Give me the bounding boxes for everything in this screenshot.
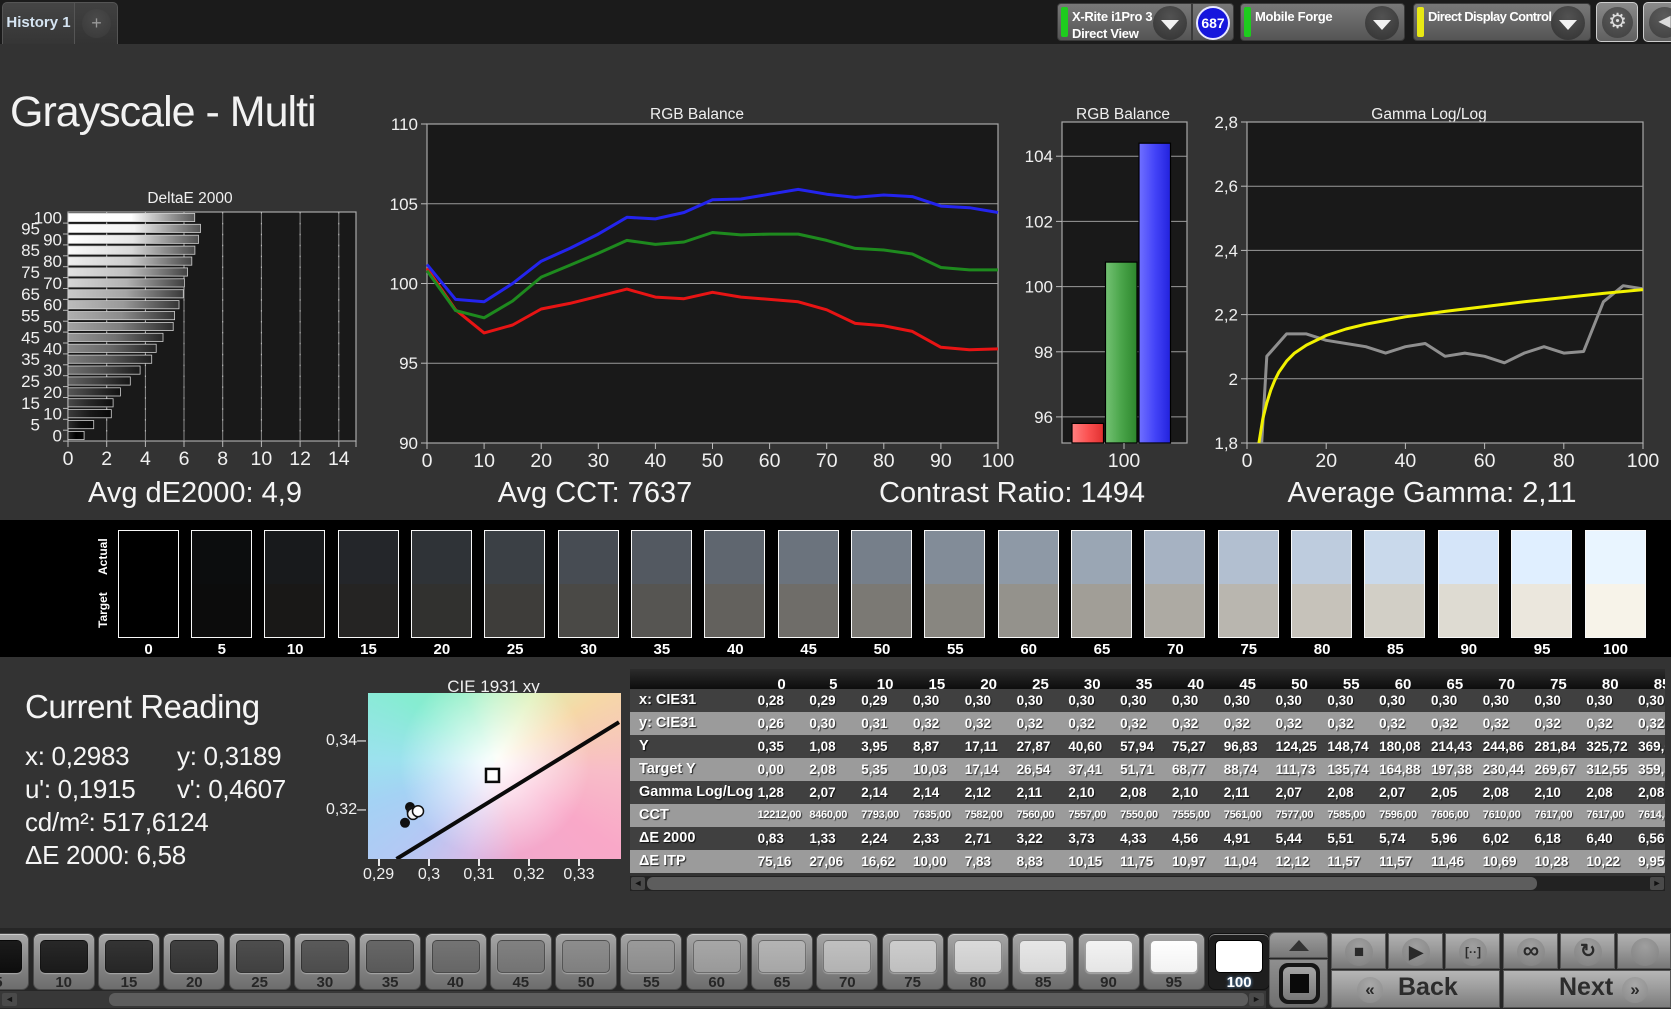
svg-text:96: 96 — [1034, 408, 1053, 427]
svg-text:30: 30 — [43, 361, 62, 380]
svg-text:60: 60 — [759, 450, 781, 472]
svg-text:0: 0 — [422, 450, 433, 472]
svg-text:90: 90 — [43, 230, 62, 249]
svg-text:DeltaE 2000: DeltaE 2000 — [147, 190, 233, 207]
svg-text:40: 40 — [645, 450, 667, 472]
svg-text:5: 5 — [31, 416, 40, 435]
svg-text:2: 2 — [101, 448, 112, 470]
svg-text:20: 20 — [530, 450, 552, 472]
svg-text:100: 100 — [1025, 278, 1053, 297]
svg-text:102: 102 — [1025, 212, 1053, 231]
svg-text:35: 35 — [21, 350, 40, 369]
svg-text:95: 95 — [399, 354, 418, 373]
svg-text:0: 0 — [53, 427, 62, 446]
svg-text:2,2: 2,2 — [1214, 306, 1238, 325]
svg-text:0: 0 — [63, 448, 74, 470]
svg-text:100: 100 — [1108, 450, 1141, 472]
svg-text:98: 98 — [1034, 343, 1053, 362]
svg-text:100: 100 — [34, 209, 62, 228]
svg-text:110: 110 — [391, 115, 418, 134]
svg-text:30: 30 — [587, 450, 609, 472]
svg-text:80: 80 — [873, 450, 895, 472]
svg-text:55: 55 — [21, 307, 40, 326]
svg-text:14: 14 — [328, 448, 350, 470]
svg-text:40: 40 — [43, 339, 62, 358]
svg-text:10: 10 — [473, 450, 495, 472]
svg-text:Gamma Log/Log: Gamma Log/Log — [1371, 106, 1486, 123]
svg-text:90: 90 — [930, 450, 952, 472]
svg-text:4: 4 — [140, 448, 151, 470]
svg-text:60: 60 — [1474, 450, 1496, 472]
svg-text:6: 6 — [179, 448, 190, 470]
svg-text:80: 80 — [43, 252, 62, 271]
svg-text:65: 65 — [21, 285, 40, 304]
svg-text:2,4: 2,4 — [1214, 241, 1238, 260]
svg-text:50: 50 — [702, 450, 724, 472]
svg-text:40: 40 — [1395, 450, 1417, 472]
svg-text:RGB Balance: RGB Balance — [1076, 106, 1170, 123]
svg-text:85: 85 — [21, 241, 40, 260]
svg-text:1,8: 1,8 — [1214, 434, 1238, 453]
svg-text:90: 90 — [399, 434, 418, 453]
svg-text:50: 50 — [43, 318, 62, 337]
svg-text:60: 60 — [43, 296, 62, 315]
svg-text:25: 25 — [21, 372, 40, 391]
svg-text:2,6: 2,6 — [1214, 177, 1238, 196]
svg-text:75: 75 — [21, 263, 40, 282]
svg-text:2: 2 — [1229, 370, 1238, 389]
svg-text:10: 10 — [251, 448, 273, 470]
svg-text:20: 20 — [1315, 450, 1337, 472]
svg-text:12: 12 — [289, 448, 311, 470]
svg-text:80: 80 — [1553, 450, 1575, 472]
svg-text:0: 0 — [1242, 450, 1253, 472]
svg-text:2,8: 2,8 — [1214, 113, 1238, 132]
svg-text:70: 70 — [43, 274, 62, 293]
svg-text:45: 45 — [21, 328, 40, 347]
svg-text:70: 70 — [816, 450, 838, 472]
svg-text:100: 100 — [390, 275, 418, 294]
svg-text:10: 10 — [43, 405, 62, 424]
svg-text:15: 15 — [21, 394, 40, 413]
svg-text:8: 8 — [217, 448, 228, 470]
svg-text:20: 20 — [43, 383, 62, 402]
svg-text:100: 100 — [982, 450, 1015, 472]
svg-text:RGB Balance: RGB Balance — [650, 106, 744, 123]
svg-text:104: 104 — [1025, 147, 1053, 166]
svg-text:105: 105 — [390, 195, 418, 214]
svg-text:100: 100 — [1627, 450, 1660, 472]
